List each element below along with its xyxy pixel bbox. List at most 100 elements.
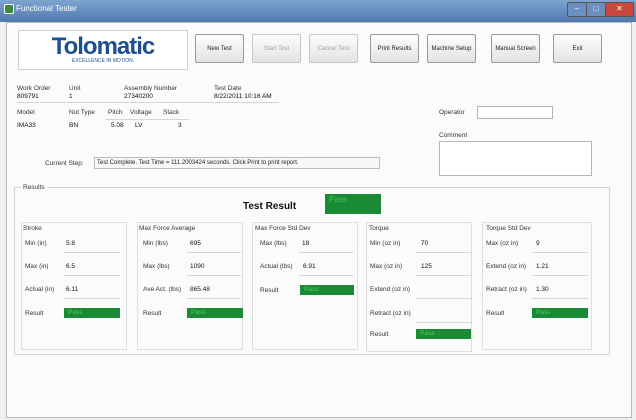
stack-label: Stack: [163, 109, 180, 116]
stroke-max-value: 6.5: [66, 263, 76, 270]
overall-result-badge: Pass: [325, 194, 381, 214]
toolbar: Tolomatic EXCELLENCE IN MOTION. New Test…: [12, 28, 616, 70]
torque-std-dev-max-value: 9: [536, 240, 540, 247]
cancel-test-button[interactable]: Cancel Test: [309, 34, 358, 63]
tolomatic-logo: Tolomatic EXCELLENCE IN MOTION.: [18, 30, 188, 70]
current-step-text: Test Complete. Test Time = 111.2003424 s…: [94, 157, 380, 169]
divider: [64, 252, 120, 253]
divider: [416, 322, 471, 323]
divider: [299, 275, 354, 276]
print-results-button[interactable]: Print Results: [370, 34, 419, 63]
torque-std-dev-retract-value: 1.30: [536, 286, 549, 293]
divider: [187, 275, 241, 276]
pitch-label: Pitch: [108, 109, 123, 116]
test-date-value: 8/22/2011 10:16 AM: [214, 93, 272, 100]
close-icon[interactable]: ✕: [605, 2, 634, 17]
maximize-icon[interactable]: □: [586, 2, 606, 17]
torque-std-dev-result-label: Result: [486, 310, 505, 317]
max-force-average-ave-label: Ave Act. (lbs): [143, 286, 182, 293]
divider: [64, 275, 120, 276]
divider: [17, 102, 279, 103]
divider: [532, 275, 588, 276]
max-force-average-result-badge: Pass: [187, 308, 243, 318]
max-force-average-min-label: Min (lbs): [143, 240, 168, 247]
nut-type-label: Nut Type: [69, 109, 95, 116]
title-bar: Functional Tester – □ ✕: [0, 0, 636, 22]
divider: [416, 275, 471, 276]
stroke-min-value: 5.8: [66, 240, 76, 247]
max-force-std-dev-max-label: Max (lbs): [260, 240, 287, 247]
test-result-title: Test Result: [243, 201, 297, 212]
torque-title: Torque: [369, 225, 389, 232]
divider: [532, 298, 588, 299]
work-order-value: 809791: [17, 93, 39, 100]
max-force-average-ave-value: 865.48: [190, 286, 210, 293]
divider: [416, 298, 471, 299]
torque-min-label: Min (oz in): [370, 240, 401, 247]
torque-std-dev-extend-value: 1.21: [536, 263, 549, 270]
minimize-icon[interactable]: –: [567, 2, 587, 17]
max-force-average-title: Max Force Average: [139, 225, 196, 232]
divider: [299, 252, 354, 253]
exit-button[interactable]: Exit: [553, 34, 602, 63]
max-force-average-result-label: Result: [143, 310, 162, 317]
work-order-label: Work Order: [17, 85, 51, 92]
max-force-std-dev-actual-label: Actual (lbs): [260, 263, 293, 270]
torque-extend-label: Extend (oz in): [370, 286, 411, 293]
assembly-number-label: Assembly Number: [124, 85, 178, 92]
max-force-std-dev-result-label: Result: [260, 287, 279, 294]
max-force-average-max-label: Max (lbs): [143, 263, 170, 270]
max-force-std-dev-result-badge: Pass: [300, 285, 354, 295]
divider: [532, 252, 588, 253]
stroke-max-label: Max (in): [25, 263, 49, 270]
max-force-std-dev-max-value: 18: [302, 240, 310, 247]
stroke-title: Stroke: [23, 225, 42, 232]
start-test-button[interactable]: Start Test: [252, 34, 301, 63]
model-label: Model: [17, 109, 35, 116]
torque-std-dev-result-badge: Pass: [532, 308, 588, 318]
stack-value: 3: [178, 122, 182, 129]
manual-screen-button[interactable]: Manual Screen: [491, 34, 540, 63]
pitch-value: 5.08: [111, 122, 124, 129]
window-title: Functional Tester: [16, 4, 77, 13]
app-icon: [4, 4, 14, 14]
unit-label: Unit: [69, 85, 81, 92]
stroke-actual-value: 6.11: [66, 286, 79, 293]
logo-tagline: EXCELLENCE IN MOTION.: [71, 58, 135, 64]
divider: [187, 252, 241, 253]
torque-std-dev-retract-label: Retract (oz in): [486, 286, 527, 293]
stroke-min-label: Min (in): [25, 240, 47, 247]
torque-max-value: 125: [421, 263, 432, 270]
logo-brand: Tolomatic: [51, 33, 156, 60]
test-date-label: Test Date: [214, 85, 242, 92]
model-value: IMA33: [17, 122, 36, 129]
new-test-button[interactable]: New Test: [195, 34, 244, 63]
torque-std-dev-max-label: Max (oz in): [486, 240, 519, 247]
stroke-actual-label: Actual (in): [25, 286, 55, 293]
comment-textarea[interactable]: [439, 141, 592, 176]
divider: [187, 298, 241, 299]
torque-retract-label: Retract (oz in): [370, 310, 411, 317]
assembly-number-value: 27340200: [124, 93, 153, 100]
max-force-average-max-value: 1090: [190, 263, 205, 270]
torque-min-value: 70: [421, 240, 429, 247]
voltage-value: LV: [135, 122, 143, 129]
divider: [416, 252, 471, 253]
machine-setup-button[interactable]: Machine Setup: [427, 34, 476, 63]
voltage-label: Voltage: [130, 109, 152, 116]
unit-value: 1: [69, 93, 73, 100]
stroke-result-badge: Pass: [64, 308, 120, 318]
torque-std-dev-title: Torque Std Dev: [486, 225, 531, 232]
divider: [105, 119, 189, 120]
torque-result-label: Result: [370, 331, 389, 338]
results-section-label: Results: [21, 184, 47, 191]
comment-label: Comment: [439, 132, 468, 139]
stroke-result-label: Result: [25, 310, 44, 317]
operator-input[interactable]: [477, 106, 553, 119]
torque-result-badge: Pass: [416, 329, 471, 339]
nut-type-value: BN: [69, 122, 79, 129]
max-force-std-dev-actual-value: 6.91: [303, 263, 316, 270]
torque-max-label: Max (oz in): [370, 263, 403, 270]
operator-label: Operator: [439, 109, 465, 116]
max-force-average-min-value: 695: [190, 240, 201, 247]
